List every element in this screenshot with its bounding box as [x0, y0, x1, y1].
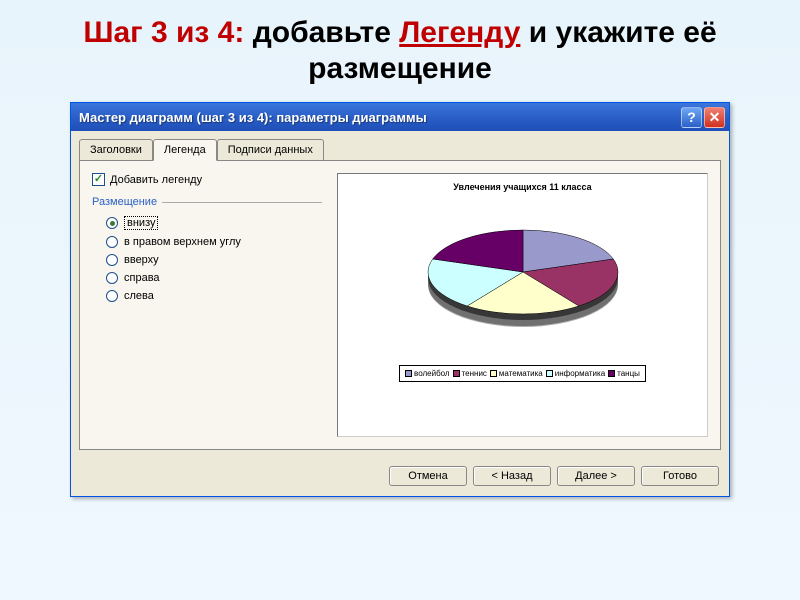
dialog-window: Мастер диаграмм (шаг 3 из 4): параметры … — [70, 102, 730, 497]
legend-swatch — [490, 370, 497, 377]
finish-button[interactable]: Готово — [641, 466, 719, 486]
close-icon: ✕ — [709, 109, 721, 126]
legend-swatch — [608, 370, 615, 377]
legend-swatch — [453, 370, 460, 377]
radio-bottom[interactable]: внизу — [106, 216, 322, 230]
radio-left[interactable]: слева — [106, 290, 322, 302]
page-heading: Шаг 3 из 4: добавьте Легенду и укажите е… — [0, 0, 800, 97]
radio-icon — [106, 254, 118, 266]
legend-item: математика — [490, 369, 543, 378]
placement-fieldset: Размещение — [92, 196, 322, 208]
help-button[interactable]: ? — [681, 107, 702, 128]
radio-right[interactable]: справа — [106, 272, 322, 284]
radio-top[interactable]: вверху — [106, 254, 322, 266]
chart-legend: волейбол теннис математика информатика т… — [399, 365, 646, 382]
chart-preview: Увлечения учащихся 11 класса — [337, 173, 708, 437]
legend-item: волейбол — [405, 369, 450, 378]
pie-chart — [403, 200, 643, 350]
radio-icon — [106, 290, 118, 302]
close-button[interactable]: ✕ — [704, 107, 725, 128]
legend-item: танцы — [608, 369, 640, 378]
step-label: Шаг 3 из 4: — [83, 16, 244, 49]
radio-top-right[interactable]: в правом верхнем углу — [106, 236, 322, 248]
tab-headers[interactable]: Заголовки — [79, 139, 153, 160]
add-legend-label: Добавить легенду — [110, 174, 202, 186]
legend-swatch — [405, 370, 412, 377]
legend-word: Легенду — [399, 16, 520, 49]
back-button[interactable]: < Назад — [473, 466, 551, 486]
chart-title: Увлечения учащихся 11 класса — [453, 182, 591, 192]
radio-icon — [106, 217, 118, 229]
window-title: Мастер диаграмм (шаг 3 из 4): параметры … — [79, 110, 679, 125]
options-column: ✓ Добавить легенду Размещение внизу в пр… — [92, 173, 322, 437]
tab-panel: ✓ Добавить легенду Размещение внизу в пр… — [79, 160, 721, 450]
cancel-button[interactable]: Отмена — [389, 466, 467, 486]
legend-item: теннис — [453, 369, 487, 378]
dialog-buttons: Отмена < Назад Далее > Готово — [71, 458, 729, 496]
titlebar[interactable]: Мастер диаграмм (шаг 3 из 4): параметры … — [71, 103, 729, 131]
tab-legend[interactable]: Легенда — [153, 139, 217, 161]
add-legend-checkbox-row[interactable]: ✓ Добавить легенду — [92, 173, 322, 186]
tab-strip: Заголовки Легенда Подписи данных — [71, 131, 729, 160]
checkbox-icon: ✓ — [92, 173, 105, 186]
tab-data-labels[interactable]: Подписи данных — [217, 139, 324, 160]
radio-icon — [106, 236, 118, 248]
radio-icon — [106, 272, 118, 284]
legend-item: информатика — [546, 369, 605, 378]
next-button[interactable]: Далее > — [557, 466, 635, 486]
legend-swatch — [546, 370, 553, 377]
